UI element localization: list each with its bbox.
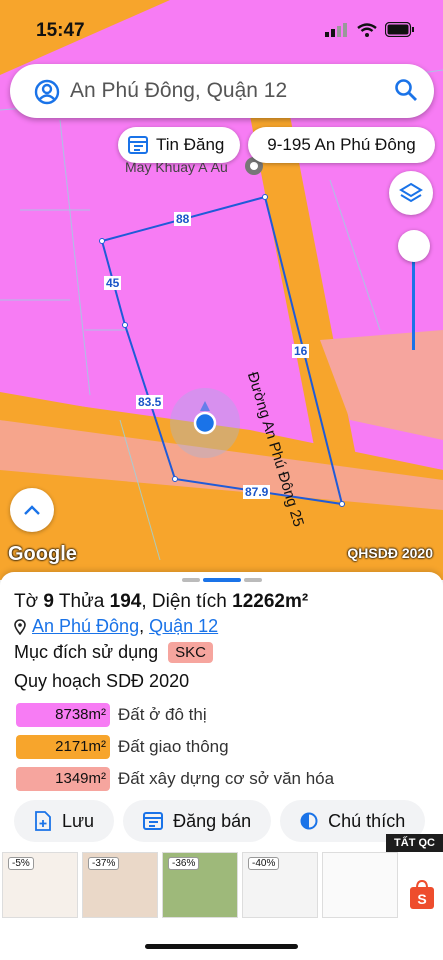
legend-value: 2171m² bbox=[16, 735, 110, 759]
ad-item[interactable]: -37% bbox=[82, 852, 158, 918]
ad-item[interactable]: -5% bbox=[2, 852, 78, 918]
ward-link[interactable]: An Phú Đông bbox=[32, 616, 139, 636]
action-bar: Lưu Đăng bán Chú thích bbox=[14, 800, 426, 842]
wifi-icon bbox=[357, 22, 377, 37]
purpose-badge: SKC bbox=[168, 642, 213, 663]
my-location-button[interactable] bbox=[10, 488, 54, 532]
ad-item[interactable]: -40% bbox=[242, 852, 318, 918]
post-sale-label: Đăng bán bbox=[173, 810, 252, 831]
listing-icon bbox=[128, 136, 148, 154]
chevron-up-icon bbox=[24, 505, 40, 515]
tin-dang-button[interactable]: Tin Đăng bbox=[118, 127, 240, 163]
legend-name: Đất xây dựng cơ sở văn hóa bbox=[118, 769, 335, 788]
layers-button[interactable] bbox=[389, 171, 433, 215]
address-pill[interactable]: 9-195 An Phú Đông bbox=[248, 127, 435, 163]
location-pin-icon bbox=[14, 618, 26, 635]
legend-value: 8738m² bbox=[16, 703, 110, 727]
status-time: 15:47 bbox=[36, 20, 85, 41]
svg-text:S: S bbox=[417, 891, 426, 907]
ad-strip[interactable]: -5% -37% -36% -40% S bbox=[2, 852, 442, 918]
legend-row-residential: 8738m² Đất ở đô thị bbox=[16, 702, 207, 728]
status-bar: 15:47 bbox=[0, 0, 443, 60]
add-file-icon bbox=[35, 811, 51, 831]
land-use-purpose: Mục đích sử dụng SKC bbox=[14, 642, 213, 663]
ad-item[interactable]: -36% bbox=[162, 852, 238, 918]
contrast-icon bbox=[300, 812, 318, 830]
area-value: 12262m² bbox=[232, 591, 309, 612]
shop-icon[interactable]: S bbox=[402, 852, 442, 918]
save-label: Lưu bbox=[62, 810, 95, 831]
ad-discount: -40% bbox=[248, 857, 280, 870]
ad-discount: -37% bbox=[88, 857, 120, 870]
purpose-label: Mục đích sử dụng bbox=[14, 642, 159, 662]
sheet-number: 9 bbox=[43, 591, 54, 612]
dim-label-left: 45 bbox=[104, 276, 122, 290]
dim-label-bottom: 87.9 bbox=[243, 485, 271, 499]
signal-icon bbox=[325, 22, 347, 37]
drag-handle[interactable] bbox=[182, 578, 262, 582]
search-icon[interactable] bbox=[394, 78, 418, 102]
parcel-location: An Phú Đông, Quận 12 bbox=[14, 616, 218, 637]
search-input[interactable]: An Phú Đông, Quận 12 bbox=[70, 79, 287, 103]
post-sale-button[interactable]: Đăng bán bbox=[123, 800, 272, 842]
legend-name: Đất ở đô thị bbox=[118, 705, 207, 724]
save-button[interactable]: Lưu bbox=[14, 800, 115, 842]
legend-value: 1349m² bbox=[16, 767, 110, 791]
home-indicator bbox=[145, 944, 298, 949]
legend-row-culture: 1349m² Đất xây dựng cơ sở văn hóa bbox=[16, 766, 334, 792]
tin-dang-label: Tin Đăng bbox=[156, 135, 225, 154]
ad-discount: -5% bbox=[8, 857, 34, 870]
battery-icon bbox=[385, 22, 414, 37]
ad-item[interactable] bbox=[322, 852, 398, 918]
dim-label-right: 16 bbox=[292, 344, 310, 358]
map-view[interactable]: 15:47 An Phú Đông, Quận 12 Tin Đăng 9-19… bbox=[0, 0, 443, 580]
account-icon[interactable] bbox=[34, 79, 60, 105]
search-bar[interactable]: An Phú Đông, Quận 12 bbox=[10, 64, 434, 118]
legend-name: Đất giao thông bbox=[118, 737, 229, 756]
parcel-info-panel[interactable]: Tờ 9 Thửa 194, Diện tích 12262m² An Phú … bbox=[0, 572, 443, 960]
hide-ads-button[interactable]: TẤT QC bbox=[386, 834, 443, 852]
ad-discount: -36% bbox=[168, 857, 200, 870]
legend-label: Chú thích bbox=[328, 810, 406, 831]
listing-icon bbox=[143, 812, 164, 830]
district-link[interactable]: Quận 12 bbox=[149, 616, 218, 636]
lot-number: 194 bbox=[109, 591, 142, 612]
dim-label-mid: 83.5 bbox=[136, 395, 164, 409]
google-logo: Google bbox=[8, 543, 77, 565]
layers-icon bbox=[399, 182, 423, 203]
opacity-slider-knob[interactable] bbox=[398, 230, 430, 262]
address-label: 9-195 An Phú Đông bbox=[267, 135, 416, 154]
parcel-title: Tờ 9 Thửa 194, Diện tích 12262m² bbox=[14, 591, 309, 612]
plan-label: Quy hoạch SDĐ 2020 bbox=[14, 671, 190, 691]
layer-name-label: QHSDĐ 2020 bbox=[347, 545, 433, 561]
legend-row-road: 2171m² Đất giao thông bbox=[16, 734, 229, 760]
dim-label-top: 88 bbox=[174, 212, 192, 226]
